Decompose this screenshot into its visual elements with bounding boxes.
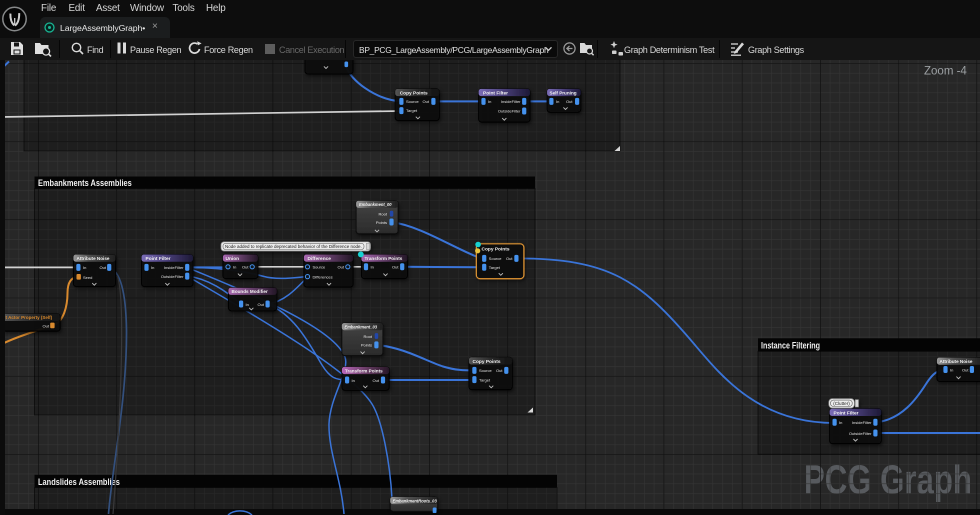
svg-text:Points: Points xyxy=(376,220,387,225)
svg-text:In: In xyxy=(246,302,249,307)
svg-text:Embankment_00: Embankment_00 xyxy=(359,202,392,207)
svg-text:Copy Points: Copy Points xyxy=(400,90,428,96)
svg-text:Differences: Differences xyxy=(313,274,333,279)
svg-text:Out: Out xyxy=(43,323,50,328)
svg-text:Out: Out xyxy=(373,378,380,383)
svg-text:Source: Source xyxy=(479,368,492,373)
svg-text:Landslides Assemblies: Landslides Assemblies xyxy=(38,476,120,487)
svg-text:In: In xyxy=(950,367,953,372)
svg-text:Copy Points: Copy Points xyxy=(482,247,510,253)
svg-text:Node added to replicate deprec: Node added to replicate deprecated behav… xyxy=(225,244,362,249)
svg-text:In: In xyxy=(556,99,559,104)
svg-text:OutsideFilter: OutsideFilter xyxy=(161,274,184,279)
svg-text:Out: Out xyxy=(423,99,430,104)
svg-text:In: In xyxy=(839,420,842,425)
svg-text:Target: Target xyxy=(406,108,418,113)
svg-text:EmbankmentRoots_03: EmbankmentRoots_03 xyxy=(393,498,438,503)
svg-text:Embankments Assemblies: Embankments Assemblies xyxy=(38,177,132,188)
svg-text:Attribute Noise: Attribute Noise xyxy=(77,256,110,261)
svg-text:In: In xyxy=(233,265,236,270)
svg-text:Bounds Modifier: Bounds Modifier xyxy=(232,289,268,294)
svg-text:Out: Out xyxy=(962,367,969,372)
svg-text:Source: Source xyxy=(406,99,419,104)
svg-text:Difference: Difference xyxy=(308,256,332,262)
svg-text:Out: Out xyxy=(242,265,249,270)
svg-text:InsideFilter: InsideFilter xyxy=(164,265,184,270)
svg-text:Attribute Noise: Attribute Noise xyxy=(940,359,973,364)
svg-text:In: In xyxy=(371,265,374,270)
svg-text:Target: Target xyxy=(479,377,491,382)
svg-text:In: In xyxy=(83,265,86,270)
svg-text:Out: Out xyxy=(258,302,265,307)
svg-text:In: In xyxy=(352,378,355,383)
svg-text:Out: Out xyxy=(566,99,573,104)
svg-text:Source: Source xyxy=(489,256,502,261)
svg-text:Copy Points: Copy Points xyxy=(473,359,501,365)
svg-text:Point Filter: Point Filter xyxy=(483,90,508,96)
svg-text:Points: Points xyxy=(361,343,372,348)
svg-text:Union: Union xyxy=(226,256,240,262)
svg-text:Source: Source xyxy=(313,265,326,270)
svg-text:Transform Points: Transform Points xyxy=(345,368,383,373)
svg-text:Target: Target xyxy=(489,265,501,270)
svg-text:Instance Filtering: Instance Filtering xyxy=(761,339,820,350)
svg-text:In: In xyxy=(488,99,491,104)
svg-text:OutsideFilter: OutsideFilter xyxy=(849,431,872,436)
svg-text:Point Filter: Point Filter xyxy=(146,256,171,262)
svg-text:InsideFilter: InsideFilter xyxy=(501,99,521,104)
svg-text:Seed: Seed xyxy=(83,275,92,280)
svg-text:Out: Out xyxy=(496,368,503,373)
svg-text:InsideFilter: InsideFilter xyxy=(852,420,872,425)
svg-text:Self Pruning: Self Pruning xyxy=(550,90,577,95)
svg-text:Embankment_03: Embankment_03 xyxy=(345,325,378,330)
svg-text:Root: Root xyxy=(364,334,373,339)
svg-text:Out: Out xyxy=(392,265,399,270)
svg-text:t Actor Property (Self): t Actor Property (Self) xyxy=(6,315,53,320)
svg-text:Root: Root xyxy=(379,212,388,217)
svg-text:OutsideFilter: OutsideFilter xyxy=(498,109,521,114)
svg-text:Transform Points: Transform Points xyxy=(365,256,403,261)
svg-text:Out: Out xyxy=(506,256,513,261)
svg-text:In: In xyxy=(151,265,154,270)
svg-text:Zoom -4: Zoom -4 xyxy=(924,66,967,78)
svg-text:Out: Out xyxy=(338,265,345,270)
svg-text:(Clutter): (Clutter) xyxy=(833,401,850,406)
svg-text:Point Filter: Point Filter xyxy=(834,411,859,417)
svg-text:Out: Out xyxy=(100,265,107,270)
